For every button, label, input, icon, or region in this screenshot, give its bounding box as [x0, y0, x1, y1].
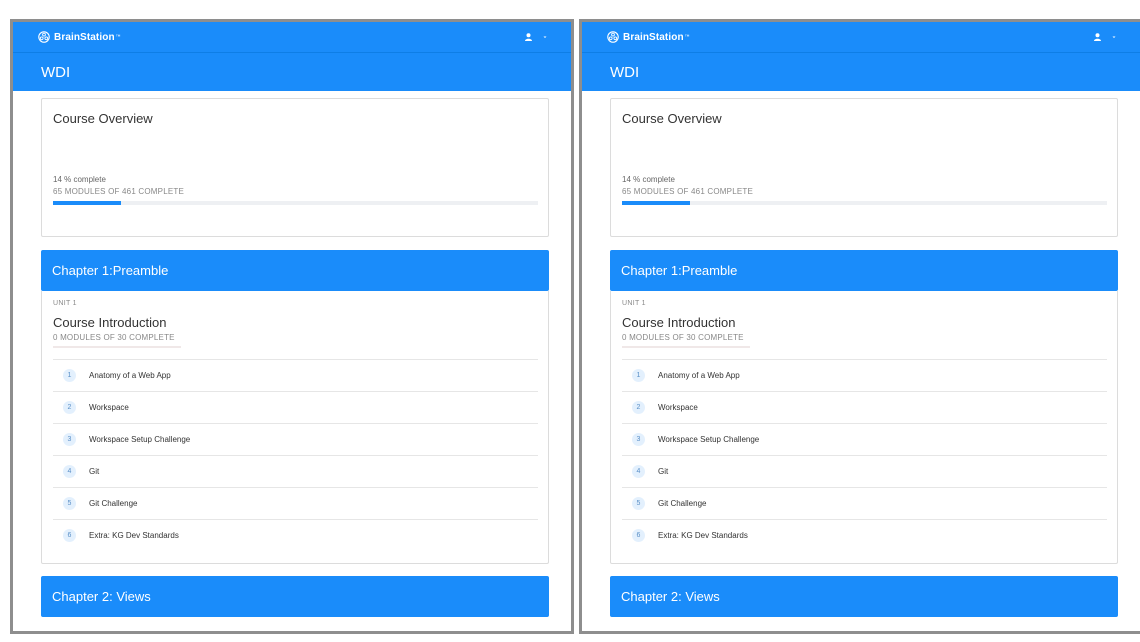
lesson-label: Extra: KG Dev Standards	[89, 531, 179, 540]
chapter-title: Chapter 2: Views	[52, 589, 151, 604]
unit-label: UNIT 1	[622, 300, 646, 307]
lesson-item[interactable]: 6 Extra: KG Dev Standards	[622, 519, 1107, 551]
lesson-number-badge: 4	[632, 465, 645, 478]
course-overview-card: Course Overview 14 % complete 65 MODULES…	[610, 98, 1118, 237]
lesson-item[interactable]: 2 Workspace	[622, 391, 1107, 423]
lesson-number-badge: 2	[632, 401, 645, 414]
chapter-header[interactable]: Chapter 2: Views	[610, 576, 1118, 617]
chapter-header[interactable]: Chapter 2: Views	[41, 576, 549, 617]
overview-modules-count: 65 MODULES OF 461 COMPLETE	[53, 187, 185, 196]
overview-percent: 14 % complete	[622, 175, 675, 184]
lesson-list: 1 Anatomy of a Web App 2 Workspace 3 Worksp…	[53, 359, 538, 551]
unit-progress-bar	[622, 346, 750, 348]
screenshot-panel-left: BrainStation ™ WDI Course Overview 14 % c…	[10, 19, 574, 634]
lesson-item[interactable]: 1 Anatomy of a Web App	[622, 359, 1107, 391]
unit-label: UNIT 1	[53, 300, 77, 307]
brain-logo-icon	[38, 31, 50, 43]
lesson-label: Workspace Setup Challenge	[89, 435, 191, 444]
overview-progress-bar	[622, 201, 1107, 205]
top-nav-bar: BrainStation ™	[582, 22, 1140, 53]
brand-logo[interactable]: BrainStation ™	[607, 31, 690, 43]
brand-name: BrainStation	[623, 31, 684, 43]
user-menu[interactable]	[1094, 33, 1117, 41]
unit-progress-bar	[53, 346, 181, 348]
course-overview-card: Course Overview 14 % complete 65 MODULES…	[41, 98, 549, 237]
lesson-item[interactable]: 2 Workspace	[53, 391, 538, 423]
course-title: WDI	[610, 63, 640, 81]
lesson-number-badge: 3	[63, 433, 76, 446]
user-icon[interactable]	[1094, 33, 1101, 41]
user-menu[interactable]	[525, 33, 548, 41]
chapter-header[interactable]: Chapter 1:Preamble	[610, 250, 1118, 291]
lesson-number-badge: 5	[63, 497, 76, 510]
brand-logo[interactable]: BrainStation ™	[38, 31, 121, 43]
overview-percent: 14 % complete	[53, 175, 106, 184]
user-icon[interactable]	[525, 33, 532, 41]
lesson-number-badge: 6	[632, 529, 645, 542]
caret-down-icon[interactable]	[1111, 35, 1117, 39]
brand-name: BrainStation	[54, 31, 115, 43]
unit-card: UNIT 1 Course Introduction 0 MODULES OF …	[610, 291, 1118, 564]
brand-trademark: ™	[684, 34, 690, 40]
brand-trademark: ™	[115, 34, 121, 40]
lesson-label: Extra: KG Dev Standards	[658, 531, 748, 540]
brain-logo-icon	[607, 31, 619, 43]
lesson-label: Workspace Setup Challenge	[658, 435, 760, 444]
overview-progress-bar	[53, 201, 538, 205]
lesson-number-badge: 1	[63, 369, 76, 382]
course-title-bar: WDI	[13, 53, 571, 91]
lesson-item[interactable]: 3 Workspace Setup Challenge	[53, 423, 538, 455]
lesson-item[interactable]: 5 Git Challenge	[53, 487, 538, 519]
lesson-number-badge: 4	[63, 465, 76, 478]
lesson-label: Workspace	[89, 403, 129, 412]
lesson-number-badge: 5	[632, 497, 645, 510]
chapter-title: Chapter 1:Preamble	[621, 263, 738, 278]
lesson-item[interactable]: 4 Git	[622, 455, 1107, 487]
chapter-title: Chapter 1:Preamble	[52, 263, 169, 278]
lesson-number-badge: 2	[63, 401, 76, 414]
lesson-number-badge: 1	[632, 369, 645, 382]
lesson-label: Workspace	[658, 403, 698, 412]
chapter-title: Chapter 2: Views	[621, 589, 720, 604]
screenshot-panel-right: BrainStation ™ WDI Course Overview 14 % c…	[579, 19, 1140, 634]
unit-title[interactable]: Course Introduction	[53, 315, 166, 330]
lesson-label: Git	[658, 467, 669, 476]
course-title-bar: WDI	[582, 53, 1140, 91]
top-nav-bar: BrainStation ™	[13, 22, 571, 53]
course-title: WDI	[41, 63, 71, 81]
caret-down-icon[interactable]	[542, 35, 548, 39]
overview-title: Course Overview	[622, 111, 722, 126]
unit-modules-count: 0 MODULES OF 30 COMPLETE	[53, 333, 175, 342]
lesson-label: Git Challenge	[658, 499, 707, 508]
unit-title[interactable]: Course Introduction	[622, 315, 735, 330]
lesson-item[interactable]: 5 Git Challenge	[622, 487, 1107, 519]
lesson-label: Git Challenge	[89, 499, 138, 508]
lesson-item[interactable]: 6 Extra: KG Dev Standards	[53, 519, 538, 551]
overview-modules-count: 65 MODULES OF 461 COMPLETE	[622, 187, 754, 196]
chapter-header[interactable]: Chapter 1:Preamble	[41, 250, 549, 291]
lesson-label: Anatomy of a Web App	[658, 371, 740, 380]
lesson-label: Git	[89, 467, 100, 476]
unit-modules-count: 0 MODULES OF 30 COMPLETE	[622, 333, 744, 342]
overview-progress-fill	[53, 201, 121, 205]
unit-card: UNIT 1 Course Introduction 0 MODULES OF …	[41, 291, 549, 564]
lesson-number-badge: 3	[632, 433, 645, 446]
lesson-list: 1 Anatomy of a Web App 2 Workspace 3 Worksp…	[622, 359, 1107, 551]
lesson-item[interactable]: 3 Workspace Setup Challenge	[622, 423, 1107, 455]
lesson-item[interactable]: 1 Anatomy of a Web App	[53, 359, 538, 391]
lesson-item[interactable]: 4 Git	[53, 455, 538, 487]
lesson-number-badge: 6	[63, 529, 76, 542]
overview-progress-fill	[622, 201, 690, 205]
lesson-label: Anatomy of a Web App	[89, 371, 171, 380]
overview-title: Course Overview	[53, 111, 153, 126]
